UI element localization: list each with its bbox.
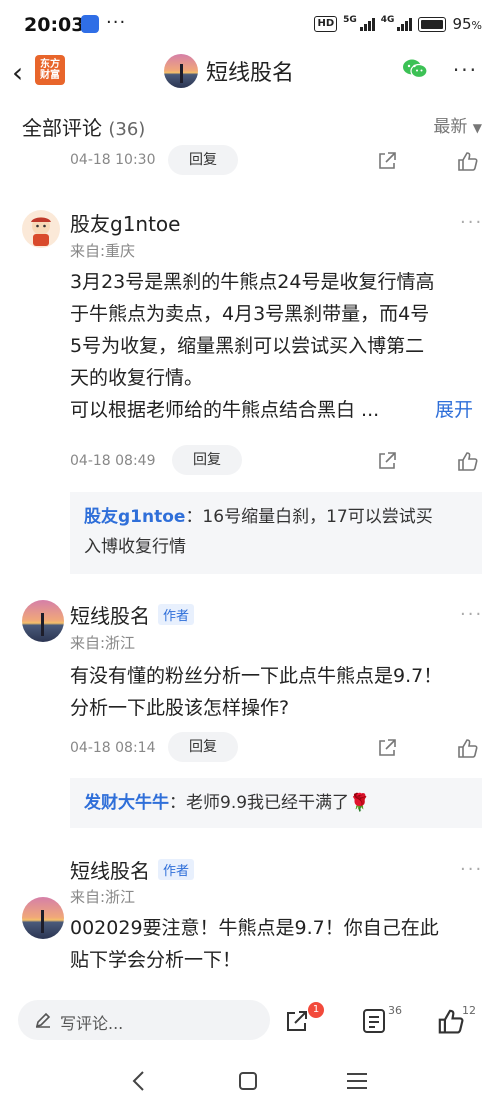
hd-icon: HD [314, 16, 338, 32]
app-notification-icon [81, 15, 99, 33]
author-badge: 作者 [158, 859, 195, 880]
share-icon[interactable] [376, 450, 398, 472]
status-more-dots: ··· [106, 12, 127, 33]
comment-time: 04-18 10:30 [70, 152, 156, 168]
share-icon[interactable] [376, 150, 398, 172]
bottom-action-bar: 写评论... 1 36 12 [0, 992, 500, 1052]
comment-location: 来自:重庆 [70, 242, 136, 260]
wechat-icon[interactable] [402, 58, 428, 80]
user-avatar[interactable] [22, 210, 60, 248]
nav-title: 短线股名 [206, 61, 295, 86]
author-badge: 作者 [158, 604, 195, 625]
reply-button[interactable]: 回复 [172, 445, 242, 475]
comment-username[interactable]: 股友g1ntoe [70, 208, 180, 237]
signal-icon [359, 17, 375, 31]
like-icon[interactable] [456, 150, 478, 172]
reply-preview[interactable]: 发财大牛牛：老师9.9我已经干满了🌹 [70, 778, 482, 828]
author-avatar [164, 54, 198, 88]
like-icon[interactable] [456, 737, 478, 759]
comments-header: 全部评论 (36) 最新 ▼ [0, 108, 500, 142]
comment-more-icon[interactable]: ··· [460, 604, 483, 625]
status-bar: 20:03 ··· HD 5G 4G 95% [0, 0, 500, 50]
comment-time: 04-18 08:49 [70, 453, 156, 469]
network-4g-label: 4G [380, 15, 395, 25]
comment-body: 3月23号是黑刹的牛熊点24号是收复行情高 于牛熊点为卖点，4月3号黑刹带量，而… [70, 266, 490, 426]
comment-more-icon[interactable]: ··· [460, 859, 483, 880]
comments-title: 全部评论 (36) [22, 116, 146, 140]
comment-username-row: 短线股名 作者 [70, 855, 195, 884]
battery-level: 95% [452, 15, 482, 33]
user-avatar[interactable] [22, 600, 64, 642]
comment-body: 有没有懂的粉丝分析一下此点牛熊点是9.7！ 分析一下此股该怎样操作? [70, 665, 443, 719]
system-menu-icon[interactable] [346, 1071, 368, 1091]
app-logo[interactable]: 东方 财富 [35, 55, 65, 85]
comment-location: 来自:浙江 [70, 888, 136, 906]
back-icon[interactable]: ‹ [12, 56, 23, 89]
comment-input[interactable]: 写评论... [18, 1000, 270, 1040]
reply-button[interactable]: 回复 [168, 732, 238, 762]
system-back-icon[interactable] [130, 1070, 148, 1092]
reply-button[interactable]: 回复 [168, 145, 238, 175]
expand-link[interactable]: 展开 [435, 394, 473, 426]
signal-icon-2 [397, 17, 413, 31]
comment-location: 来自:浙江 [70, 634, 136, 652]
system-nav-bar [0, 1052, 500, 1111]
like-count: 12 [462, 1004, 476, 1017]
battery-icon [418, 16, 447, 32]
comment-username[interactable]: 短线股名 [70, 600, 150, 629]
share-icon[interactable] [376, 737, 398, 759]
status-time: 20:03 [24, 14, 85, 36]
reply-username[interactable]: 发财大牛牛 [84, 793, 169, 813]
top-nav: ‹ 东方 财富 短线股名 ··· [0, 50, 500, 96]
reply-username[interactable]: 股友g1ntoe [84, 507, 185, 527]
comment-more-icon[interactable]: ··· [460, 212, 483, 233]
comment-list-icon[interactable] [362, 1008, 386, 1034]
comment-count: 36 [388, 1004, 402, 1017]
like-icon[interactable] [436, 1007, 464, 1035]
share-badge: 1 [308, 1002, 324, 1018]
reply-preview[interactable]: 股友g1ntoe：16号缩量白刹，17可以尝试买 入博收复行情 [70, 492, 482, 574]
system-home-icon[interactable] [238, 1071, 258, 1091]
comment-username[interactable]: 短线股名 [70, 855, 150, 884]
user-avatar[interactable] [22, 897, 64, 939]
comment-time: 04-18 08:14 [70, 740, 156, 756]
sort-dropdown[interactable]: 最新 ▼ [433, 112, 482, 137]
more-options-icon[interactable]: ··· [453, 58, 478, 82]
pencil-icon [35, 1012, 51, 1028]
network-5g-label: 5G [343, 15, 357, 25]
nav-title-group[interactable]: 短线股名 [164, 54, 294, 88]
status-right-group: HD 5G 4G 95% [314, 15, 482, 33]
comment-username-row: 短线股名 作者 [70, 600, 195, 629]
like-icon[interactable] [456, 450, 478, 472]
comment-body: 002029要注意！牛熊点是9.7！你自己在此 贴下学会分析一下！ [70, 917, 439, 971]
share-icon[interactable] [284, 1008, 310, 1034]
